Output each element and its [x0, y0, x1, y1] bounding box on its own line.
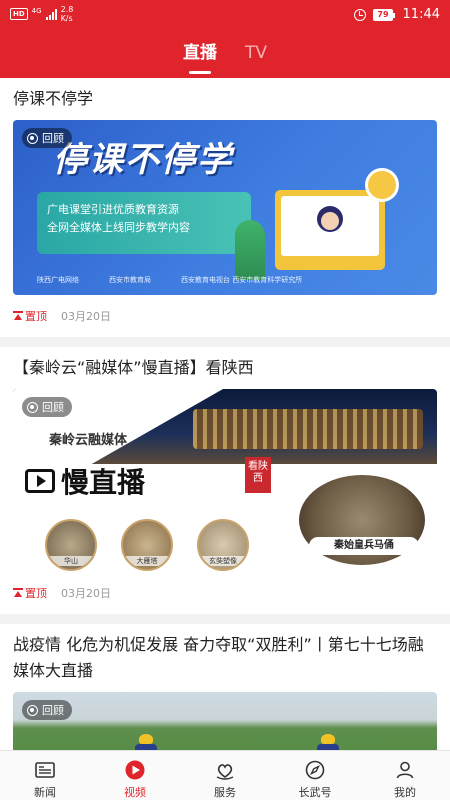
nav-label: 新闻 — [34, 786, 56, 799]
screen-illustration — [275, 190, 385, 270]
headline-text: 慢直播 — [61, 466, 146, 499]
thumbnail-brand: 秦岭云融媒体 — [48, 433, 127, 448]
nav-service[interactable]: 服务 — [180, 751, 270, 800]
feed-card[interactable]: 战疫情 化危为机促发展 奋力夺取“双胜利”丨第七十七场融媒体大直播 回顾 — [0, 624, 450, 750]
landmark-label: 玄奘塑像 — [199, 556, 247, 566]
card-title[interactable]: 战疫情 化危为机促发展 奋力夺取“双胜利”丨第七十七场融媒体大直播 — [13, 624, 437, 692]
nav-changwu[interactable]: 长武号 — [270, 751, 360, 800]
profile-icon — [396, 761, 414, 779]
replay-badge: 回顾 — [22, 700, 72, 720]
pin-top-icon — [13, 588, 23, 598]
partner-logo: 西安市教育局 — [109, 276, 151, 284]
landmark-circle: 玄奘塑像 — [197, 519, 249, 571]
video-icon — [125, 760, 145, 780]
feed-card[interactable]: 【秦岭云“融媒体”慢直播】看陕西 秦岭云融媒体 慢直播 看陕西 华山 大雁塔 玄… — [0, 347, 450, 614]
network-type: 4G — [31, 7, 42, 15]
replay-badge: 回顾 — [22, 128, 72, 148]
screen-display — [281, 196, 379, 256]
card-thumbnail[interactable]: 回顾 — [13, 692, 437, 750]
pinned-label: 置顶 — [25, 310, 47, 323]
alarm-icon — [354, 8, 367, 21]
pin-top-icon — [13, 311, 23, 321]
play-icon — [25, 469, 55, 493]
worker-figure — [131, 734, 161, 750]
replay-icon — [27, 132, 38, 144]
card-meta: 置顶 03月20日 — [13, 572, 437, 614]
feed-card[interactable]: 停课不停学 停课不停学 广电课堂引进优质教育资源 全网全媒体上线同步教学内容 陕… — [0, 78, 450, 337]
compass-icon — [305, 760, 325, 780]
landmark-circles: 华山 大雁塔 玄奘塑像 — [45, 519, 249, 571]
card-title[interactable]: 【秦岭云“融媒体”慢直播】看陕西 — [13, 347, 437, 389]
pinned-tag: 置顶 — [13, 308, 47, 324]
nav-label: 长武号 — [298, 786, 332, 799]
hard-hat — [321, 734, 335, 744]
hd-indicator: HD — [10, 8, 28, 20]
city-lights — [193, 409, 423, 449]
bottom-tab-bar: 新闻 视频 服务 长武号 我的 — [0, 750, 450, 800]
landmark-circle: 华山 — [45, 519, 97, 571]
landmark-label: 华山 — [47, 556, 95, 566]
landmark-circle: 大雁塔 — [121, 519, 173, 571]
nav-news[interactable]: 新闻 — [0, 751, 90, 800]
banner-line: 全网全媒体上线同步教学内容 — [47, 221, 190, 234]
seal-stamp: 看陕西 — [245, 457, 271, 493]
signal-icon — [45, 8, 57, 20]
nav-profile[interactable]: 我的 — [360, 751, 450, 800]
hard-hat — [139, 734, 153, 744]
teacher-face — [321, 212, 339, 230]
card-thumbnail[interactable]: 停课不停学 广电课堂引进优质教育资源 全网全媒体上线同步教学内容 陕西广电网络 … — [13, 120, 437, 295]
card-title[interactable]: 停课不停学 — [13, 78, 437, 120]
news-icon — [35, 762, 55, 778]
worker-figure — [313, 734, 343, 750]
net-speed-value: 2.8 — [60, 5, 74, 14]
battery-icon: 79 — [373, 8, 395, 21]
thumbnail-headline: 慢直播 — [25, 461, 145, 501]
nav-video[interactable]: 视频 — [90, 751, 180, 800]
status-bar: HD 4G 2.8 K/s 79 11:44 — [0, 0, 450, 30]
app-header: HD 4G 2.8 K/s 79 11:44 直播 TV — [0, 0, 450, 78]
replay-label: 回顾 — [42, 704, 64, 717]
thumbnail-headline: 停课不停学 — [53, 140, 233, 180]
replay-icon — [27, 401, 38, 413]
clock-illustration — [365, 168, 399, 202]
nav-label: 服务 — [214, 786, 236, 799]
replay-label: 回顾 — [42, 401, 64, 414]
card-meta: 置顶 03月20日 — [13, 295, 437, 337]
banner-line: 广电课堂引进优质教育资源 — [47, 203, 179, 216]
clock: 11:44 — [402, 7, 440, 22]
landmark-label: 大雁塔 — [123, 556, 171, 566]
nav-label: 我的 — [394, 786, 416, 799]
card-thumbnail[interactable]: 秦岭云融媒体 慢直播 看陕西 华山 大雁塔 玄奘塑像 秦始皇兵马俑 回顾 — [13, 389, 437, 572]
live-feed[interactable]: 停课不停学 停课不停学 广电课堂引进优质教育资源 全网全媒体上线同步教学内容 陕… — [0, 78, 450, 750]
pinned-label: 置顶 — [25, 587, 47, 600]
net-speed: 2.8 K/s — [61, 5, 74, 23]
status-left: HD 4G 2.8 K/s — [10, 5, 73, 23]
publish-date: 03月20日 — [61, 310, 111, 323]
tab-tv[interactable]: TV — [245, 40, 267, 74]
thumbnail-banner: 广电课堂引进优质教育资源 全网全媒体上线同步教学内容 — [37, 192, 251, 254]
replay-badge: 回顾 — [22, 397, 72, 417]
pinned-tag: 置顶 — [13, 585, 47, 601]
replay-icon — [27, 704, 38, 716]
top-tabs: 直播 TV — [0, 40, 450, 74]
status-right: 79 11:44 — [354, 7, 440, 22]
service-icon — [216, 764, 234, 780]
partner-logo: 陕西广电网络 — [37, 276, 79, 284]
replay-label: 回顾 — [42, 132, 64, 145]
partner-logos: 陕西广电网络 西安市教育局 西安教育电视台 西安市教育科学研究所 — [37, 270, 427, 290]
nav-label: 视频 — [124, 786, 146, 799]
terracotta-label: 秦始皇兵马俑 — [309, 537, 419, 555]
partner-logo: 西安教育电视台 西安市教育科学研究所 — [181, 276, 303, 284]
net-speed-unit: K/s — [60, 14, 73, 23]
publish-date: 03月20日 — [61, 587, 111, 600]
tab-live[interactable]: 直播 — [183, 40, 217, 74]
